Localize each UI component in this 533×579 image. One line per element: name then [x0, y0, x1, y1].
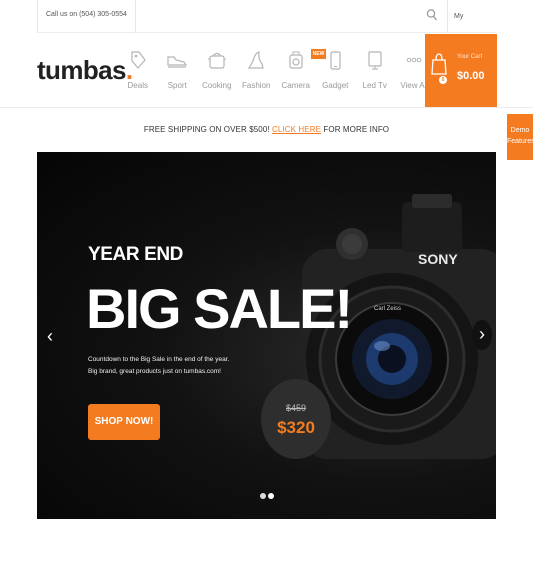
category-label: Cooking	[202, 81, 232, 90]
hero-headline: BIG SALE!	[86, 277, 353, 340]
my-account-menu[interactable]: My Account ˅	[447, 0, 496, 53]
slider-dot[interactable]	[260, 493, 266, 499]
demo-features-tab[interactable]: Demo Features	[507, 114, 533, 160]
cart-button[interactable]: 0 Your Cart $0.00	[425, 34, 497, 107]
category-cooking[interactable]: Cooking	[197, 41, 237, 101]
tv-icon	[355, 49, 395, 71]
top-bar: Call us on (504) 305-0554 My Account ˅	[37, 0, 496, 53]
category-nav: Deals Sport Cooking Fashion Camera Gadge…	[118, 41, 434, 101]
cart-count-badge: 0	[439, 76, 447, 84]
pot-icon	[197, 49, 237, 71]
category-label: Deals	[127, 81, 148, 90]
shoe-icon	[158, 49, 198, 71]
category-label: Sport	[167, 81, 187, 90]
cart-label: Your Cart	[457, 54, 483, 60]
category-fashion[interactable]: Fashion	[237, 41, 277, 101]
demo-tab-line2: Features	[507, 138, 533, 145]
notice-text-after: FOR MORE INFO	[323, 125, 390, 134]
category-led-tv[interactable]: Led Tv	[355, 41, 395, 101]
hero-description: Countdown to the Big Sale in the end of …	[88, 354, 258, 378]
slider-next-arrow[interactable]: ›	[472, 320, 492, 350]
notice-text: FREE SHIPPING ON OVER $500!	[143, 125, 270, 134]
shipping-notice: FREE SHIPPING ON OVER $500! CLICK HERE F…	[0, 125, 533, 134]
price-badge: $459 $320	[261, 379, 331, 459]
new-badge: NEW	[311, 49, 326, 59]
category-label: Camera	[281, 81, 310, 90]
click-here-link[interactable]: CLICK HERE	[272, 125, 321, 134]
old-price: $459	[285, 403, 307, 413]
slider-dot[interactable]	[268, 493, 274, 499]
category-deals[interactable]: Deals	[118, 41, 158, 101]
camera-icon	[276, 49, 316, 71]
category-sport[interactable]: Sport	[158, 41, 198, 101]
search-icon[interactable]	[426, 8, 438, 22]
category-camera[interactable]: Camera	[276, 41, 316, 101]
page: Call us on (504) 305-0554 My Account ˅ t…	[0, 0, 533, 579]
cart-total: $0.00	[457, 70, 485, 82]
heel-icon	[237, 49, 277, 71]
category-label: Gadget	[322, 81, 349, 90]
camera-brand-text: SONY	[418, 251, 458, 267]
sale-price: $320	[277, 418, 315, 437]
lens-brand-text: Carl Zeiss	[374, 306, 401, 312]
phone-number: Call us on (504) 305-0554	[37, 0, 136, 33]
hero-desc-line2: Big brand, great products just on tumbas…	[88, 368, 221, 375]
hero-banner: SONY Carl Zeiss YEAR END BIG SALE! Count…	[37, 152, 496, 519]
slider-prev-arrow[interactable]: ‹	[41, 322, 59, 350]
category-label: Led Tv	[362, 81, 387, 90]
tag-icon	[118, 49, 158, 71]
category-label: Fashion	[242, 81, 271, 90]
logo-text: tumbas	[37, 55, 126, 85]
shop-now-button[interactable]: SHOP NOW!	[88, 404, 160, 440]
slider-dots	[260, 493, 274, 499]
hero-desc-line1: Countdown to the Big Sale in the end of …	[88, 356, 230, 363]
hero-eyebrow: YEAR END	[88, 244, 183, 265]
